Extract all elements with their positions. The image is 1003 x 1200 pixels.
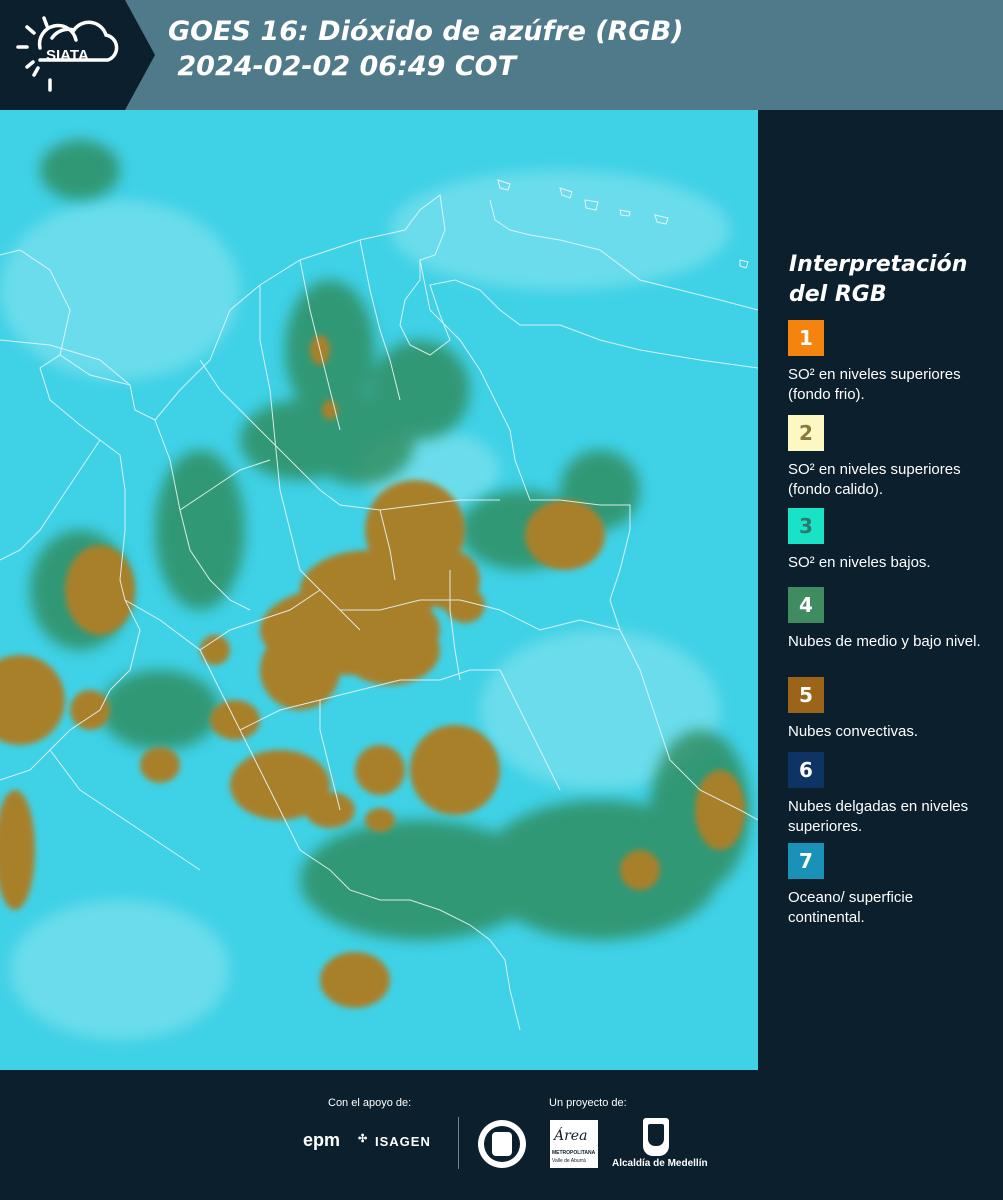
legend-swatch: 6 [788, 752, 824, 788]
legend-panel: Interpretación del RGB 1 SO² en niveles s… [758, 110, 1003, 1070]
satellite-map [0, 110, 758, 1070]
legend-item: 5 Nubes convectivas. [788, 677, 993, 742]
siata-logo: SIATA [0, 0, 155, 110]
footer-divider [458, 1117, 459, 1169]
legend-item: 6 Nubes delgadas en niveles superiores. [788, 752, 993, 837]
siata-logo-text: SIATA [46, 47, 89, 64]
medellin-seal-icon [478, 1120, 526, 1168]
legend-text: SO² en niveles superiores (fondo frio). [788, 366, 961, 403]
isagen-mark-icon: ✣ [358, 1133, 368, 1145]
page-title: GOES 16: Dióxido de azúfre (RGB) 2024-02… [168, 16, 684, 82]
area-logo-sub2: Valle de Aburrá [552, 1158, 586, 1164]
legend-item: 1 SO² en niveles superiores (fondo frio). [788, 320, 993, 405]
legend-text: Nubes de medio y bajo nivel. [788, 633, 981, 650]
alcaldia-logo: Alcaldía de Medellín [612, 1158, 708, 1169]
footer-bar: Con el apoyo de: Un proyecto de: epm ✣ I… [0, 1070, 1003, 1200]
legend-title: Interpretación del RGB [789, 252, 968, 307]
legend-text: Oceano/ superficie continental. [788, 889, 914, 926]
legend-item: 3 SO² en niveles bajos. [788, 508, 993, 573]
area-metropolitana-logo: Área METROPOLITANA Valle de Aburrá [550, 1120, 598, 1168]
legend-swatch: 4 [788, 587, 824, 623]
legend-swatch: 3 [788, 508, 824, 544]
legend-item: 7 Oceano/ superficie continental. [788, 843, 993, 928]
isagen-logo: ISAGEN [375, 1134, 431, 1149]
legend-swatch: 5 [788, 677, 824, 713]
epm-logo: epm [303, 1130, 341, 1150]
alcaldia-shield-icon [643, 1118, 669, 1156]
support-label: Con el apoyo de: [328, 1097, 412, 1109]
area-logo-name: Área [554, 1128, 588, 1144]
legend-swatch: 1 [788, 320, 824, 356]
legend-text: Nubes delgadas en niveles superiores. [788, 798, 969, 835]
header-bar: SIATA GOES 16: Dióxido de azúfre (RGB) 2… [0, 0, 1003, 110]
area-logo-sub: METROPOLITANA [552, 1150, 596, 1156]
legend-item: 2 SO² en niveles superiores (fondo calido… [788, 415, 993, 500]
legend-swatch: 7 [788, 843, 824, 879]
legend-text: SO² en niveles superiores (fondo calido)… [788, 461, 961, 498]
legend-text: Nubes convectivas. [788, 723, 919, 740]
legend-text: SO² en niveles bajos. [788, 554, 931, 571]
legend-swatch: 2 [788, 415, 824, 451]
legend-item: 4 Nubes de medio y bajo nivel. [788, 587, 993, 652]
project-label: Un proyecto de: [549, 1097, 627, 1109]
